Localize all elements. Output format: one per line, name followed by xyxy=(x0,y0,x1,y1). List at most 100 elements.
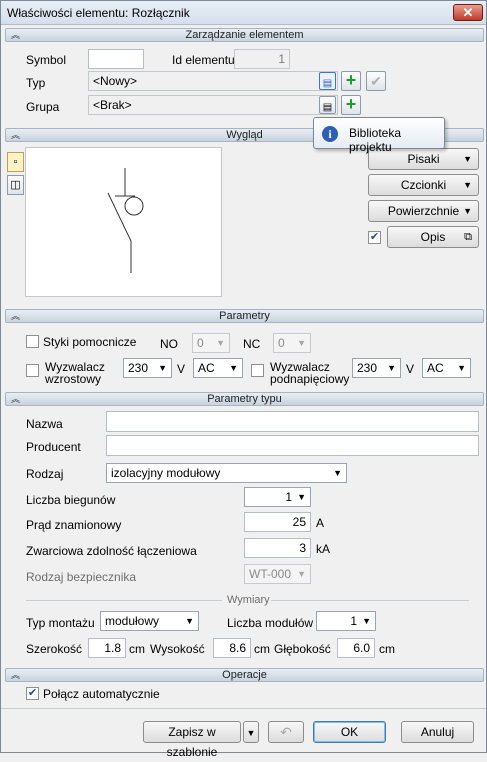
poles-value: 1 xyxy=(285,490,292,504)
plus-icon: + xyxy=(345,94,357,114)
section-operations-header[interactable]: ︽ Operacje xyxy=(5,668,484,682)
group-field: <Brak> xyxy=(88,95,338,115)
description-button[interactable]: Opis ⧉ xyxy=(387,226,479,248)
symbol-3d-icon: ◫ xyxy=(10,179,21,191)
fonts-label: Czcionki xyxy=(400,178,447,192)
dimensions-title: Wymiary xyxy=(227,594,270,606)
undervoltage-checkbox[interactable] xyxy=(251,364,264,377)
modules-label: Liczba modułów xyxy=(227,616,314,630)
nc-value: 0 xyxy=(278,336,285,350)
kind-value: izolacyjny modułowy xyxy=(111,466,221,480)
symbol-2d-tab[interactable]: ▫ xyxy=(7,152,24,172)
section-parameters-header[interactable]: ︽ Parametry xyxy=(5,309,484,323)
section-type-parameters-header[interactable]: ︽ Parametry typu xyxy=(5,392,484,406)
ok-label: OK xyxy=(340,725,359,739)
popout-icon: ⧉ xyxy=(464,231,472,243)
auto-connect-checkbox[interactable]: ✔ xyxy=(26,687,39,700)
trip-current-select[interactable]: AC ▼ xyxy=(193,358,243,378)
pens-label: Pisaki xyxy=(407,152,440,166)
add-group-button[interactable]: + xyxy=(341,95,361,115)
window-title: Właściwości elementu: Rozłącznik xyxy=(7,6,190,20)
rated-current-unit: A xyxy=(316,516,325,530)
undervoltage-voltage-select[interactable]: 230 ▼ xyxy=(352,358,401,378)
symbol-label: Symbol xyxy=(26,53,67,67)
kind-select[interactable]: izolacyjny modułowy ▼ xyxy=(106,463,347,483)
no-value: 0 xyxy=(197,336,204,350)
width-label: Szerokość xyxy=(26,642,83,656)
height-input[interactable]: 8.6 xyxy=(213,638,251,658)
add-type-button[interactable]: + xyxy=(341,71,361,91)
short-circuit-input[interactable]: 3 xyxy=(244,538,311,558)
dropdown-arrow-icon: ▼ xyxy=(463,154,472,164)
name-input[interactable] xyxy=(106,411,479,432)
width-input[interactable]: 1.8 xyxy=(88,638,126,658)
collapse-chevron-icon: ︽ xyxy=(11,30,21,40)
depth-label: Głębokość xyxy=(274,642,331,656)
library-button[interactable]: ▤ xyxy=(319,72,336,90)
dimensions-divider-left xyxy=(26,600,222,601)
trip-checkbox[interactable] xyxy=(26,364,39,377)
trip-voltage-select[interactable]: 230 ▼ xyxy=(123,358,172,378)
undervoltage-label: Wyzwalacz podnapięciowy xyxy=(270,361,349,385)
mount-type-value: modułowy xyxy=(105,614,160,628)
height-unit: cm xyxy=(254,642,270,656)
chevron-down-icon: ▼ xyxy=(297,569,306,579)
title-bar: Właściwości elementu: Rozłącznik ✕ xyxy=(1,1,486,25)
surfaces-button[interactable]: Powierzchnie ▼ xyxy=(368,200,479,222)
mount-type-select[interactable]: modułowy ▼ xyxy=(100,611,199,631)
symbol-preview xyxy=(25,147,222,297)
trip-current-value: AC xyxy=(198,361,215,375)
section-operations-title: Operacje xyxy=(222,669,267,681)
chevron-down-icon: ▼ xyxy=(229,363,238,373)
close-icon: ✕ xyxy=(462,5,474,20)
close-button[interactable]: ✕ xyxy=(453,4,483,21)
rated-current-input[interactable]: 25 xyxy=(244,512,311,532)
save-template-dropdown[interactable]: ▼ xyxy=(243,721,259,743)
description-label: Opis xyxy=(420,230,446,244)
surfaces-label: Powierzchnie xyxy=(387,204,460,218)
poles-label: Liczba biegunów xyxy=(26,493,116,507)
symbol-3d-tab[interactable]: ◫ xyxy=(7,175,24,195)
ok-button[interactable]: OK xyxy=(313,721,386,743)
undo-button[interactable]: ↶ xyxy=(268,721,304,743)
producer-input[interactable] xyxy=(106,435,479,456)
depth-input[interactable]: 6.0 xyxy=(337,638,375,658)
producer-label: Producent xyxy=(26,440,81,454)
undo-icon: ↶ xyxy=(280,724,292,740)
section-management-header[interactable]: ︽ Zarządzanie elementem xyxy=(5,28,484,42)
type-label: Typ xyxy=(26,76,46,90)
chevron-down-icon: ▼ xyxy=(362,616,371,626)
poles-select[interactable]: 1 ▼ xyxy=(244,487,311,507)
modules-select[interactable]: 1 ▼ xyxy=(316,611,376,631)
footer-separator xyxy=(1,708,486,709)
aux-contacts-checkbox[interactable] xyxy=(26,335,39,348)
fuse-type-select[interactable]: WT-000 ▼ xyxy=(244,564,311,584)
fonts-button[interactable]: Czcionki ▼ xyxy=(368,174,479,196)
save-template-button[interactable]: Zapisz w szablonie xyxy=(143,721,241,759)
short-circuit-label: Zwarciowa zdolność łączeniowa xyxy=(26,544,197,558)
description-checkbox[interactable]: ✔ xyxy=(368,231,381,244)
undervoltage-current-select[interactable]: AC ▼ xyxy=(422,358,471,378)
height-label: Wysokość xyxy=(150,642,205,656)
disconnector-symbol-drawing xyxy=(107,168,144,273)
section-management-title: Zarządzanie elementem xyxy=(185,29,304,41)
cancel-label: Anuluj xyxy=(420,725,455,739)
name-label: Nazwa xyxy=(26,417,63,431)
section-appearance-title: Wygląd xyxy=(226,129,263,141)
cancel-button[interactable]: Anuluj xyxy=(401,721,474,743)
group-library-button[interactable]: ▤ xyxy=(319,96,336,114)
undervoltage-voltage-value: 230 xyxy=(357,361,378,375)
properties-dialog: Właściwości elementu: Rozłącznik ✕ ︽ Zar… xyxy=(0,0,487,759)
plus-icon: + xyxy=(345,70,357,90)
symbol-input[interactable] xyxy=(88,49,144,69)
no-select[interactable]: 0 ▼ xyxy=(192,333,230,353)
depth-unit: cm xyxy=(379,642,395,656)
dropdown-arrow-icon: ▼ xyxy=(463,180,472,190)
trip-voltage-value: 230 xyxy=(128,361,149,375)
nc-label: NC xyxy=(243,337,261,351)
undervoltage-unit: V xyxy=(406,362,415,376)
dimensions-divider-right xyxy=(271,600,469,601)
confirm-type-button[interactable]: ✔ xyxy=(366,71,386,91)
nc-select[interactable]: 0 ▼ xyxy=(273,333,311,353)
chevron-down-icon: ▼ xyxy=(246,728,256,738)
